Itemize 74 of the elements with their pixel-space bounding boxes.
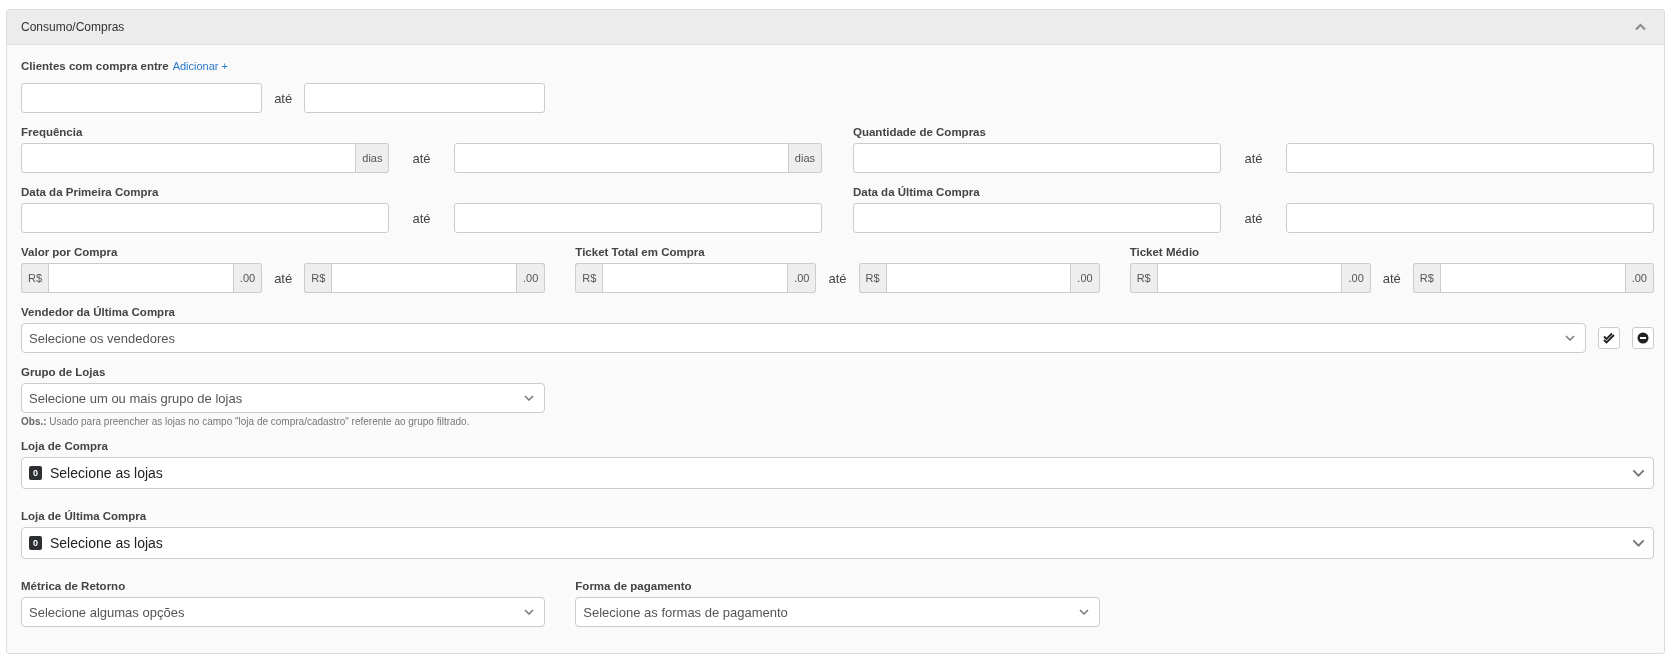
field-label: Ticket Médio — [1129, 245, 1201, 259]
count-badge: 0 — [29, 536, 42, 550]
currency-addon: R$ — [1129, 263, 1157, 293]
field-label: Vendedor da Última Compra — [21, 305, 176, 319]
range-separator: até — [1243, 210, 1264, 226]
field-label: Métrica de Retorno — [21, 579, 127, 593]
range-separator: até — [273, 90, 294, 106]
note-text: Obs.: Usado para preencher as lojas no campo "loja de compra/cadastro" referente ao grupo filtrado. — [21, 416, 471, 427]
select-field[interactable]: Selecione um ou mais grupo de lojas — [21, 383, 546, 413]
select-field[interactable]: Selecione as formas de pagamento — [575, 597, 1100, 627]
text-field[interactable] — [885, 263, 1072, 293]
currency-addon: R$ — [304, 263, 332, 293]
field-label: Frequência — [21, 125, 84, 139]
currency-addon: R$ — [21, 263, 49, 293]
text-field[interactable] — [453, 203, 822, 233]
field-label: Valor por Compra — [21, 245, 119, 259]
unit-addon: .00 — [517, 263, 546, 293]
text-field[interactable] — [21, 83, 263, 113]
range-separator: até — [1243, 150, 1264, 166]
currency-addon: R$ — [858, 263, 886, 293]
text-field[interactable] — [602, 263, 789, 293]
unit-addon: .00 — [233, 263, 263, 293]
chevron-down-icon — [1078, 609, 1089, 615]
text-field[interactable] — [1439, 263, 1626, 293]
chevron-down-icon — [1632, 469, 1645, 477]
currency-addon: R$ — [575, 263, 603, 293]
text-field[interactable] — [1285, 143, 1654, 173]
unit-addon: dias — [356, 143, 390, 173]
text-field[interactable] — [453, 143, 789, 173]
select-field[interactable]: Selecione os vendedores — [21, 323, 1586, 353]
field-label: Loja de Compra — [21, 439, 109, 453]
field-label: Quantidade de Compras — [853, 125, 987, 139]
field-label: Data da Última Compra — [853, 185, 981, 199]
count-badge: 0 — [29, 466, 42, 480]
range-separator: até — [1381, 270, 1402, 286]
unit-addon: dias — [788, 143, 822, 173]
field-label: Data da Primeira Compra — [21, 185, 160, 199]
chevron-down-icon — [1565, 335, 1575, 341]
select-field[interactable]: Selecione algumas opções — [21, 597, 546, 627]
text-field[interactable] — [1285, 203, 1654, 233]
currency-addon: R$ — [1412, 263, 1440, 293]
text-field[interactable] — [304, 83, 546, 113]
text-field[interactable] — [1156, 263, 1343, 293]
range-separator: até — [411, 150, 432, 166]
chevron-down-icon — [524, 609, 535, 615]
unit-addon: .00 — [1625, 263, 1654, 293]
text-field[interactable] — [21, 143, 357, 173]
minus-circle-icon — [1637, 332, 1649, 344]
range-separator: até — [827, 270, 848, 286]
field-label: Clientes com compra entre — [21, 59, 169, 73]
text-field[interactable] — [853, 143, 1222, 173]
text-field[interactable] — [331, 263, 518, 293]
select-field[interactable]: 0 Selecione as lojas — [21, 457, 1654, 489]
panel-title: Consumo/Compras — [21, 20, 125, 34]
text-field[interactable] — [853, 203, 1222, 233]
add-link[interactable]: Adicionar + — [172, 59, 228, 73]
range-separator: até — [411, 210, 432, 226]
chevron-down-icon — [1632, 539, 1645, 547]
chevron-down-icon — [524, 395, 535, 401]
field-label: Ticket Total em Compra — [575, 245, 706, 259]
field-label: Forma de pagamento — [575, 579, 693, 593]
unit-addon: .00 — [788, 263, 817, 293]
clear-button[interactable] — [1632, 327, 1654, 349]
unit-addon: .00 — [1071, 263, 1100, 293]
field-label: Loja de Última Compra — [21, 509, 148, 523]
text-field[interactable] — [48, 263, 234, 293]
double-check-icon — [1603, 332, 1615, 344]
unit-addon: .00 — [1342, 263, 1371, 293]
field-label: Grupo de Lojas — [21, 365, 107, 379]
select-field[interactable]: 0 Selecione as lojas — [21, 527, 1654, 559]
panel-header[interactable]: Consumo/Compras — [7, 10, 1664, 45]
select-all-button[interactable] — [1598, 327, 1620, 349]
range-separator: até — [273, 270, 294, 286]
text-field[interactable] — [21, 203, 390, 233]
